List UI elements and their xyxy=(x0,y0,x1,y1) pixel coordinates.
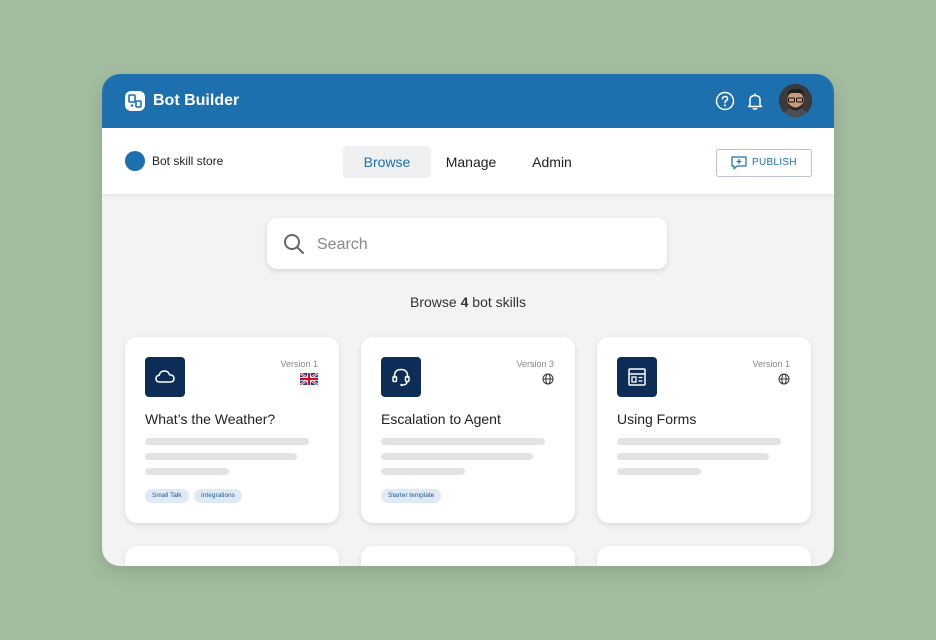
description-placeholder-line xyxy=(145,453,297,460)
store-name: Bot skill store xyxy=(152,154,224,168)
browse-prefix: Browse xyxy=(410,294,457,310)
notification-bell-icon[interactable] xyxy=(745,91,765,116)
publish-button-label: PUBLISH xyxy=(752,157,797,168)
search-box[interactable] xyxy=(267,218,667,269)
app-window: Bot Builder Bot skill store Browse Manag… xyxy=(102,74,834,566)
version-label: Version 1 xyxy=(280,359,318,369)
skill-card-partial[interactable] xyxy=(361,546,575,566)
description-placeholder-line xyxy=(145,468,229,475)
sub-navigation: Bot skill store Browse Manage Admin PUBL… xyxy=(102,128,834,194)
version-label: Version 1 xyxy=(752,359,790,369)
skill-card[interactable]: Version 1 What’s the Weather? Small Talk… xyxy=(125,337,339,523)
browse-count-number: 4 xyxy=(460,294,469,310)
card-title: Escalation to Agent xyxy=(381,411,501,427)
skill-card-partial[interactable] xyxy=(125,546,339,566)
publish-chat-plus-icon xyxy=(731,156,747,170)
user-avatar[interactable] xyxy=(779,84,812,117)
headset-icon xyxy=(381,357,421,397)
tab-browse[interactable]: Browse xyxy=(343,146,431,178)
skill-card[interactable]: Version 1 Using Forms xyxy=(597,337,811,523)
tag-small-talk[interactable]: Small Talk xyxy=(145,489,189,503)
description-placeholder-line xyxy=(617,438,781,445)
tag-integrations[interactable]: Integrations xyxy=(194,489,242,503)
publish-button[interactable]: PUBLISH xyxy=(716,149,812,177)
uk-flag-icon xyxy=(299,372,319,390)
store-logo-icon xyxy=(125,151,145,171)
bot-builder-logo-icon xyxy=(125,91,145,111)
description-placeholder-line xyxy=(617,453,769,460)
card-title: Using Forms xyxy=(617,411,697,427)
cloud-icon xyxy=(145,357,185,397)
search-input[interactable] xyxy=(315,230,649,260)
browse-count-text: Browse 4 bot skills xyxy=(102,294,834,310)
card-title: What’s the Weather? xyxy=(145,411,276,427)
description-placeholder-line xyxy=(381,468,465,475)
browse-suffix: bot skills xyxy=(472,294,526,310)
tab-manage[interactable]: Manage xyxy=(436,146,506,178)
tag-starter-template[interactable]: Starter template xyxy=(381,489,442,503)
app-title: Bot Builder xyxy=(153,92,240,109)
help-icon[interactable] xyxy=(715,91,735,116)
globe-icon xyxy=(778,372,790,390)
top-bar: Bot Builder xyxy=(102,74,834,128)
description-placeholder-line xyxy=(617,468,701,475)
tab-admin[interactable]: Admin xyxy=(520,146,584,178)
description-placeholder-line xyxy=(145,438,309,445)
description-placeholder-line xyxy=(381,453,533,460)
form-layout-icon xyxy=(617,357,657,397)
skill-card[interactable]: Version 3 Escalation to Agent Starter te… xyxy=(361,337,575,523)
skill-card-partial[interactable] xyxy=(597,546,811,566)
description-placeholder-line xyxy=(381,438,545,445)
version-label: Version 3 xyxy=(516,359,554,369)
search-icon xyxy=(284,234,304,254)
globe-icon xyxy=(542,372,554,390)
